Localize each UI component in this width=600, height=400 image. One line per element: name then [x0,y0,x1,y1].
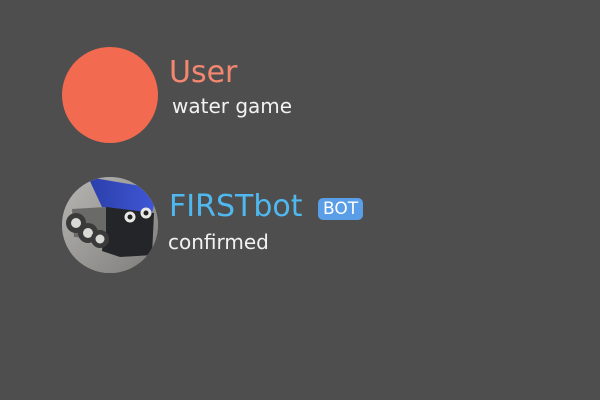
username[interactable]: User [169,55,237,91]
message-text: water game [172,94,293,118]
bot-avatar[interactable] [62,177,158,273]
robot-avatar-image [62,177,158,273]
bot-badge: BOT [318,198,364,220]
username[interactable]: FIRSTbot [169,189,302,225]
message-text: confirmed [168,230,269,254]
user-avatar[interactable] [62,47,158,143]
